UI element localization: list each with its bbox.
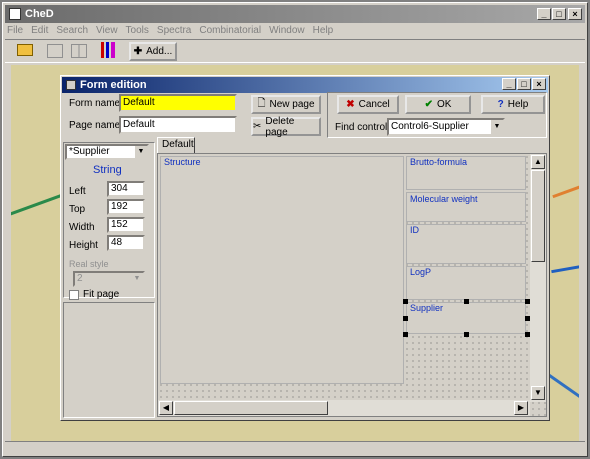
fit-page-label: Fit page	[83, 289, 120, 300]
menu-tools[interactable]: Tools	[126, 25, 149, 39]
menu-spectra[interactable]: Spectra	[157, 25, 191, 39]
left-label: Left	[69, 186, 86, 197]
page-name-label: Page name	[69, 120, 121, 131]
menu-combinatorial[interactable]: Combinatorial	[199, 25, 261, 39]
menu-search[interactable]: Search	[56, 25, 88, 39]
help-icon: ?	[497, 99, 504, 110]
cancel-icon: ✖	[346, 99, 355, 110]
help-label: Help	[507, 99, 529, 110]
menu-help[interactable]: Help	[313, 25, 334, 39]
app-titlebar: CheD _ □ ×	[5, 5, 585, 23]
chevron-down-icon[interactable]: ▼	[491, 120, 503, 134]
find-control-select[interactable]: Control6-Supplier ▼	[387, 118, 505, 136]
app-icon	[9, 8, 21, 20]
form-canvas: Structure Brutto-formula Molecular weigh…	[157, 153, 547, 417]
help-button[interactable]: ? Help	[481, 95, 545, 114]
status-bar	[5, 441, 585, 455]
control-type: String	[93, 164, 122, 176]
horizontal-scroll-thumb[interactable]	[174, 401, 328, 415]
menu-edit[interactable]: Edit	[31, 25, 48, 39]
scroll-thumb[interactable]	[531, 170, 545, 262]
dialog-titlebar: Form edition _ □ ×	[62, 77, 548, 93]
find-control-label: Find control	[335, 122, 388, 133]
form-name-label: Form name	[69, 98, 121, 109]
top-field[interactable]: 192	[107, 199, 145, 215]
id-field[interactable]	[406, 224, 526, 264]
resize-handle[interactable]	[403, 316, 408, 321]
toolbar: ✚ Add...	[5, 39, 585, 63]
ok-button[interactable]: ✔ OK	[405, 95, 471, 114]
resize-handle[interactable]	[403, 299, 408, 304]
form-edition-dialog: Form edition _ □ × Form name Default Pag…	[60, 75, 550, 421]
top-label: Top	[69, 204, 86, 215]
height-label: Height	[69, 240, 98, 251]
real-style-select[interactable]: 2 ▼	[73, 271, 145, 287]
menu-file[interactable]: File	[7, 25, 23, 39]
scroll-right-icon[interactable]: ▶	[514, 401, 528, 415]
real-style-value: 2	[77, 273, 83, 284]
dialog-icon	[66, 80, 76, 90]
logp-caption: LogP	[410, 267, 432, 277]
scroll-left-icon[interactable]: ◀	[159, 401, 173, 415]
columns-icon[interactable]	[71, 44, 87, 58]
resize-handle[interactable]	[403, 332, 408, 337]
scroll-up-icon[interactable]: ▲	[531, 155, 545, 169]
add-button[interactable]: ✚ Add...	[129, 42, 177, 61]
new-page-label: New page	[269, 99, 315, 110]
form-name-field[interactable]: Default	[119, 94, 237, 112]
plus-icon: ✚	[133, 46, 143, 57]
add-label: Add...	[146, 46, 173, 57]
tab-default[interactable]: Default	[157, 137, 195, 153]
molecular-weight-caption: Molecular weight	[410, 194, 478, 204]
new-page-button[interactable]: 🗋 New page	[251, 95, 321, 114]
open-folder-icon[interactable]	[17, 44, 33, 56]
resize-handle[interactable]	[464, 299, 469, 304]
tab-default-label: Default	[162, 139, 194, 150]
menu-bar: File Edit Search View Tools Spectra Comb…	[7, 25, 333, 39]
dialog-minimize-icon[interactable]: _	[502, 78, 516, 90]
maximize-icon[interactable]: □	[552, 8, 566, 20]
dialog-maximize-icon[interactable]: □	[517, 78, 531, 90]
width-label: Width	[69, 222, 95, 233]
width-field[interactable]: 152	[107, 217, 145, 233]
app-title: CheD	[25, 8, 54, 20]
scroll-down-icon[interactable]: ▼	[531, 386, 545, 400]
minimize-icon[interactable]: _	[537, 8, 551, 20]
supplier-caption: Supplier	[410, 303, 444, 313]
structure-caption: Structure	[164, 157, 201, 167]
dialog-close-icon[interactable]: ×	[532, 78, 546, 90]
control-select[interactable]: *Supplier ▼	[65, 144, 149, 160]
height-field[interactable]: 48	[107, 235, 145, 251]
properties-lower	[63, 302, 155, 418]
spectrum-icon[interactable]	[101, 42, 115, 58]
check-icon: ✔	[424, 99, 433, 110]
delete-page-button[interactable]: ✂ Delete page	[251, 115, 321, 138]
delete-page-label: Delete page	[265, 115, 295, 138]
vertical-scrollbar[interactable]: ▲ ▼	[530, 154, 546, 402]
resize-handle[interactable]	[464, 332, 469, 337]
scissors-icon: ✂	[253, 121, 262, 132]
menu-view[interactable]: View	[96, 25, 118, 39]
id-caption: ID	[410, 225, 419, 235]
close-icon[interactable]: ×	[568, 8, 582, 20]
ok-label: OK	[436, 99, 452, 110]
chevron-down-icon: ▼	[133, 275, 141, 282]
brutto-formula-caption: Brutto-formula	[410, 157, 468, 167]
horizontal-scrollbar[interactable]: ◀ ▶	[158, 400, 530, 416]
new-page-icon: 🗋	[257, 98, 266, 109]
cancel-label: Cancel	[358, 99, 390, 110]
page-name-field[interactable]: Default	[119, 116, 237, 134]
chevron-down-icon[interactable]: ▼	[135, 146, 147, 158]
real-style-label: Real style	[69, 259, 109, 269]
structure-field[interactable]	[160, 156, 404, 384]
menu-window[interactable]: Window	[269, 25, 305, 39]
cancel-button[interactable]: ✖ Cancel	[337, 95, 399, 114]
dialog-title: Form edition	[80, 79, 147, 91]
fit-page-checkbox[interactable]	[69, 290, 79, 300]
left-field[interactable]: 304	[107, 181, 145, 197]
control-select-value: *Supplier	[69, 146, 110, 157]
find-control-value: Control6-Supplier	[391, 121, 469, 132]
form-layout-icon[interactable]	[47, 44, 63, 58]
